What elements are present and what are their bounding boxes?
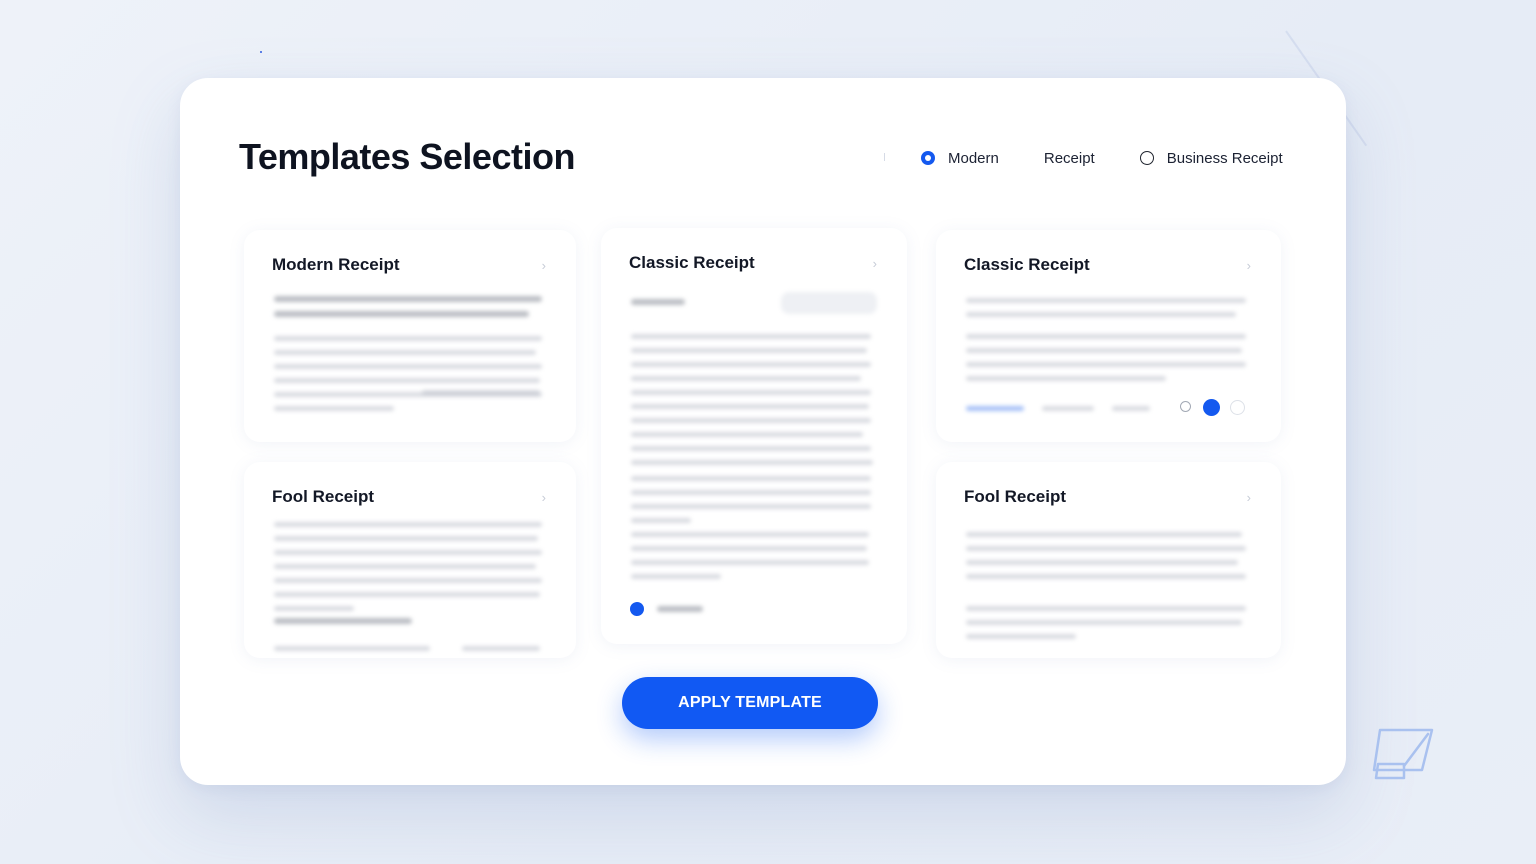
card-title: Modern Receipt xyxy=(272,255,400,274)
radio-unselected-icon xyxy=(1139,151,1154,165)
template-card-fool-receipt-2[interactable]: Fool Receipt › xyxy=(936,462,1281,658)
chevron-right-icon: › xyxy=(1246,258,1251,273)
card-title: Classic Receipt xyxy=(629,253,755,272)
radio-selected-icon xyxy=(921,151,935,165)
selected-check-icon xyxy=(630,602,644,616)
filter-option-receipt[interactable]: Receipt xyxy=(1044,150,1095,167)
template-card-modern-receipt[interactable]: Modern Receipt › xyxy=(244,230,576,442)
filter-option-modern[interactable]: Modern xyxy=(921,150,999,167)
filter-label: Modern xyxy=(948,149,999,167)
divider xyxy=(884,153,885,161)
card-title: Classic Receipt xyxy=(964,255,1090,274)
templates-panel: Templates Selection Modern Receipt Busin… xyxy=(180,78,1346,785)
chevron-right-icon: › xyxy=(1246,490,1251,505)
apply-template-button[interactable]: APPLY TEMPLATE xyxy=(622,677,878,729)
filter-label: Receipt xyxy=(1043,149,1095,167)
option-dot-icon[interactable] xyxy=(1230,400,1245,415)
chevron-right-icon: › xyxy=(541,258,546,273)
chevron-right-icon: › xyxy=(872,256,877,271)
chevron-right-icon: › xyxy=(541,490,546,505)
background-dot xyxy=(260,51,262,53)
filter-label: Business Receipt xyxy=(1166,149,1283,167)
card-title: Fool Receipt xyxy=(964,487,1067,506)
edit-window-icon xyxy=(1372,728,1434,780)
template-card-classic-receipt[interactable]: Classic Receipt › xyxy=(601,228,907,644)
template-filter: Modern Receipt Business Receipt xyxy=(921,146,1283,170)
page-title: Templates Selection xyxy=(239,136,575,177)
card-title: Fool Receipt xyxy=(272,487,375,506)
option-dot-icon[interactable] xyxy=(1180,401,1191,412)
filter-option-business-receipt[interactable]: Business Receipt xyxy=(1139,149,1283,167)
template-card-classic-receipt-2[interactable]: Classic Receipt › xyxy=(936,230,1281,442)
selected-check-icon[interactable] xyxy=(1203,399,1220,416)
template-card-fool-receipt[interactable]: Fool Receipt › xyxy=(244,462,576,658)
